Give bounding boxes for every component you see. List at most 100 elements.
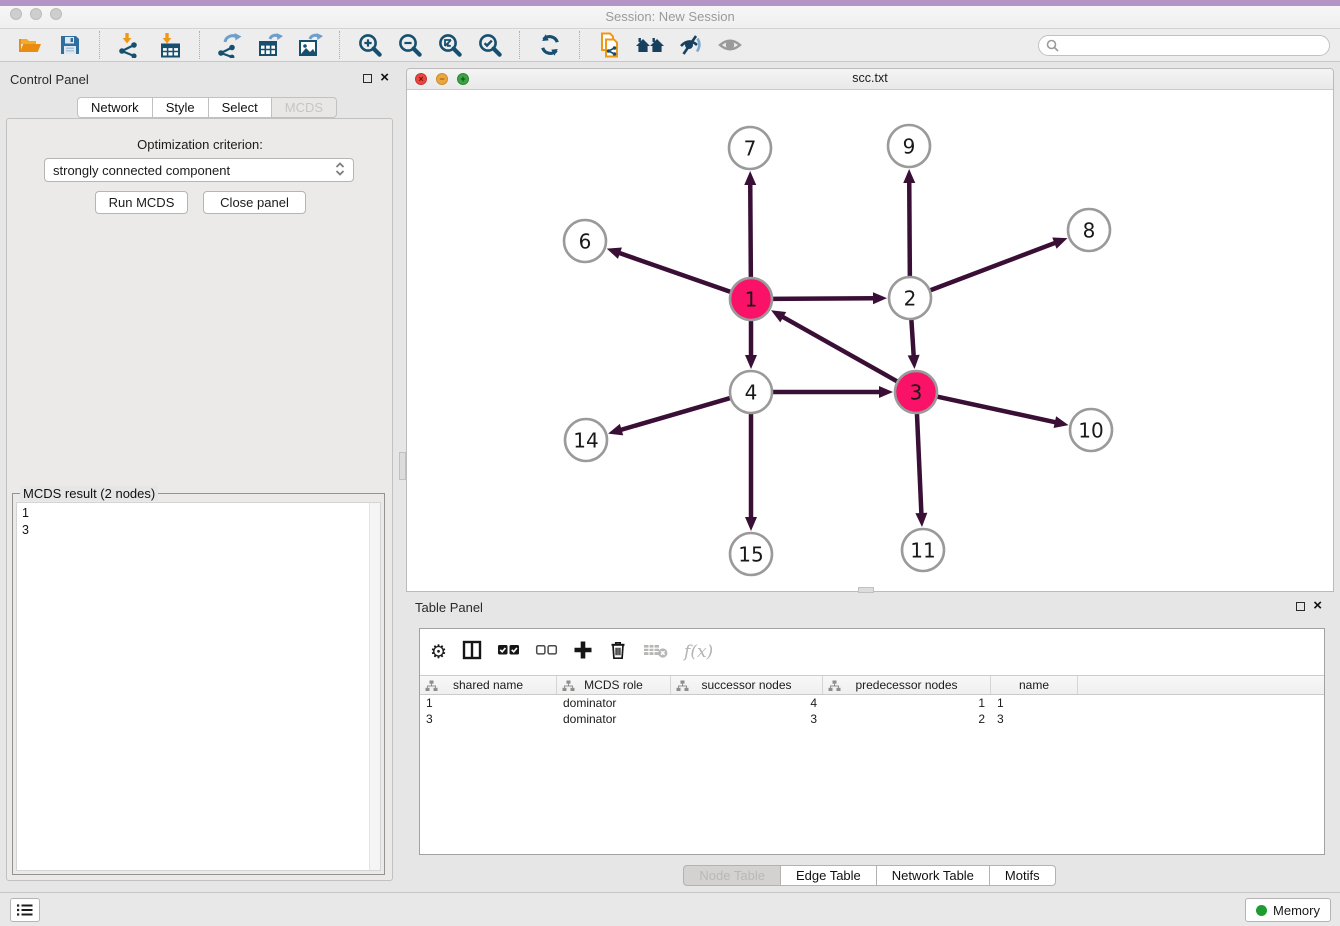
hide-graphics-icon[interactable] <box>674 30 706 60</box>
save-session-icon[interactable] <box>54 30 86 60</box>
cell-predecessor-nodes: 1 <box>823 696 991 710</box>
nested-networks-icon[interactable] <box>634 30 666 60</box>
close-panel-icon[interactable]: × <box>380 73 389 83</box>
node-label-4: 4 <box>745 381 758 405</box>
open-session-icon[interactable] <box>14 30 46 60</box>
arrowhead-1-2 <box>873 292 887 304</box>
tab-style[interactable]: Style <box>153 97 209 118</box>
network-minimize-icon[interactable]: − <box>436 73 448 85</box>
close-window-icon[interactable] <box>10 8 22 20</box>
run-mcds-button[interactable]: Run MCDS <box>95 191 188 214</box>
gear-icon[interactable]: ⚙ <box>430 643 447 662</box>
float-table-panel-icon[interactable] <box>1296 602 1305 611</box>
tab-edge-table[interactable]: Edge Table <box>781 865 877 886</box>
task-history-button[interactable] <box>10 898 40 922</box>
table-panel: Table Panel × ⚙ f(x) shared nameMCDS rol… <box>405 595 1334 888</box>
edge-1-7[interactable] <box>750 183 751 280</box>
column-header-successor-nodes[interactable]: successor nodes <box>671 676 823 694</box>
export-image-icon[interactable] <box>294 30 326 60</box>
edge-1-2[interactable] <box>770 298 875 299</box>
arrowhead-1-4 <box>745 355 757 369</box>
arrowhead-1-7 <box>744 171 756 185</box>
memory-button[interactable]: Memory <box>1245 898 1331 922</box>
result-scrollbar[interactable] <box>369 503 380 870</box>
add-icon[interactable] <box>573 640 593 665</box>
edge-2-3[interactable] <box>911 317 914 357</box>
zoom-out-icon[interactable] <box>394 30 426 60</box>
node-label-15: 15 <box>738 543 763 567</box>
clone-network-icon[interactable] <box>594 30 626 60</box>
column-header-name[interactable]: name <box>991 676 1078 694</box>
column-header-shared-name[interactable]: shared name <box>420 676 557 694</box>
search-input[interactable] <box>1059 37 1322 53</box>
toolbar-separator <box>99 31 101 59</box>
edge-4-14[interactable] <box>620 397 733 430</box>
node-label-1: 1 <box>745 288 758 312</box>
zoom-fit-icon[interactable] <box>434 30 466 60</box>
float-panel-icon[interactable] <box>363 74 372 83</box>
tab-mcds[interactable]: MCDS <box>272 97 337 118</box>
traffic-lights[interactable] <box>10 8 62 20</box>
table-row[interactable]: 1dominator411 <box>420 695 1324 711</box>
arrowhead-3-11 <box>915 513 927 527</box>
edge-3-11[interactable] <box>917 411 922 515</box>
edge-3-10[interactable] <box>935 396 1057 423</box>
node-label-6: 6 <box>579 230 592 254</box>
delete-icon[interactable] <box>608 640 628 665</box>
table-row[interactable]: 3dominator323 <box>420 711 1324 727</box>
show-graphics-icon[interactable] <box>714 30 746 60</box>
cell-successor-nodes: 3 <box>671 712 823 726</box>
criterion-select[interactable]: strongly connected component <box>44 158 354 182</box>
horizontal-splitter-handle[interactable] <box>858 587 874 593</box>
network-maximize-icon[interactable]: + <box>457 73 469 85</box>
edge-2-9[interactable] <box>909 181 910 279</box>
minimize-window-icon[interactable] <box>30 8 42 20</box>
node-label-8: 8 <box>1083 219 1096 243</box>
app-title: Session: New Session <box>0 6 1340 28</box>
main-toolbar <box>0 29 1340 62</box>
mcds-result-box[interactable]: 13 <box>16 502 381 871</box>
mcds-result-lines: 13 <box>17 503 380 541</box>
zoom-in-icon[interactable] <box>354 30 386 60</box>
tab-motifs[interactable]: Motifs <box>990 865 1056 886</box>
column-header-predecessor-nodes[interactable]: predecessor nodes <box>823 676 991 694</box>
toolbar-separator <box>519 31 521 59</box>
select-all-icon[interactable] <box>497 640 520 665</box>
tab-network-table[interactable]: Network Table <box>877 865 990 886</box>
control-panel: Control Panel × NetworkStyleSelectMCDS O… <box>0 66 400 892</box>
arrowhead-3-10 <box>1054 416 1069 428</box>
node-label-2: 2 <box>904 287 917 311</box>
delete-table-icon[interactable] <box>643 641 669 664</box>
tab-select[interactable]: Select <box>209 97 272 118</box>
import-network-icon[interactable] <box>114 30 146 60</box>
edge-2-8[interactable] <box>928 242 1057 291</box>
cell-name: 1 <box>991 696 1078 710</box>
network-canvas[interactable]: 1234678910111415 <box>407 90 1333 592</box>
tab-network[interactable]: Network <box>77 97 153 118</box>
close-table-panel-icon[interactable]: × <box>1313 601 1322 611</box>
node-label-3: 3 <box>910 381 923 405</box>
zoom-window-icon[interactable] <box>50 8 62 20</box>
tab-node-table[interactable]: Node Table <box>683 865 781 886</box>
node-label-11: 11 <box>910 539 935 563</box>
zoom-selected-icon[interactable] <box>474 30 506 60</box>
export-network-icon[interactable] <box>214 30 246 60</box>
columns-icon[interactable] <box>462 640 482 665</box>
node-label-10: 10 <box>1078 419 1103 443</box>
network-close-icon[interactable]: × <box>415 73 427 85</box>
edge-3-1[interactable] <box>781 316 899 382</box>
arrowhead-4-3 <box>879 386 893 398</box>
search-box[interactable] <box>1038 35 1330 56</box>
cell-MCDS-role: dominator <box>557 696 671 710</box>
refresh-layout-icon[interactable] <box>534 30 566 60</box>
close-panel-button[interactable]: Close panel <box>203 191 306 214</box>
export-table-icon[interactable] <box>254 30 286 60</box>
network-window-titlebar[interactable]: × − + scc.txt <box>407 69 1333 90</box>
import-table-icon[interactable] <box>154 30 186 60</box>
edge-1-6[interactable] <box>618 253 733 293</box>
vertical-splitter-handle[interactable] <box>399 452 406 480</box>
function-builder-icon[interactable]: f(x) <box>684 642 713 662</box>
column-header-MCDS-role[interactable]: MCDS role <box>557 676 671 694</box>
table-panel-title: Table Panel <box>415 600 483 615</box>
deselect-all-icon[interactable] <box>535 640 558 665</box>
